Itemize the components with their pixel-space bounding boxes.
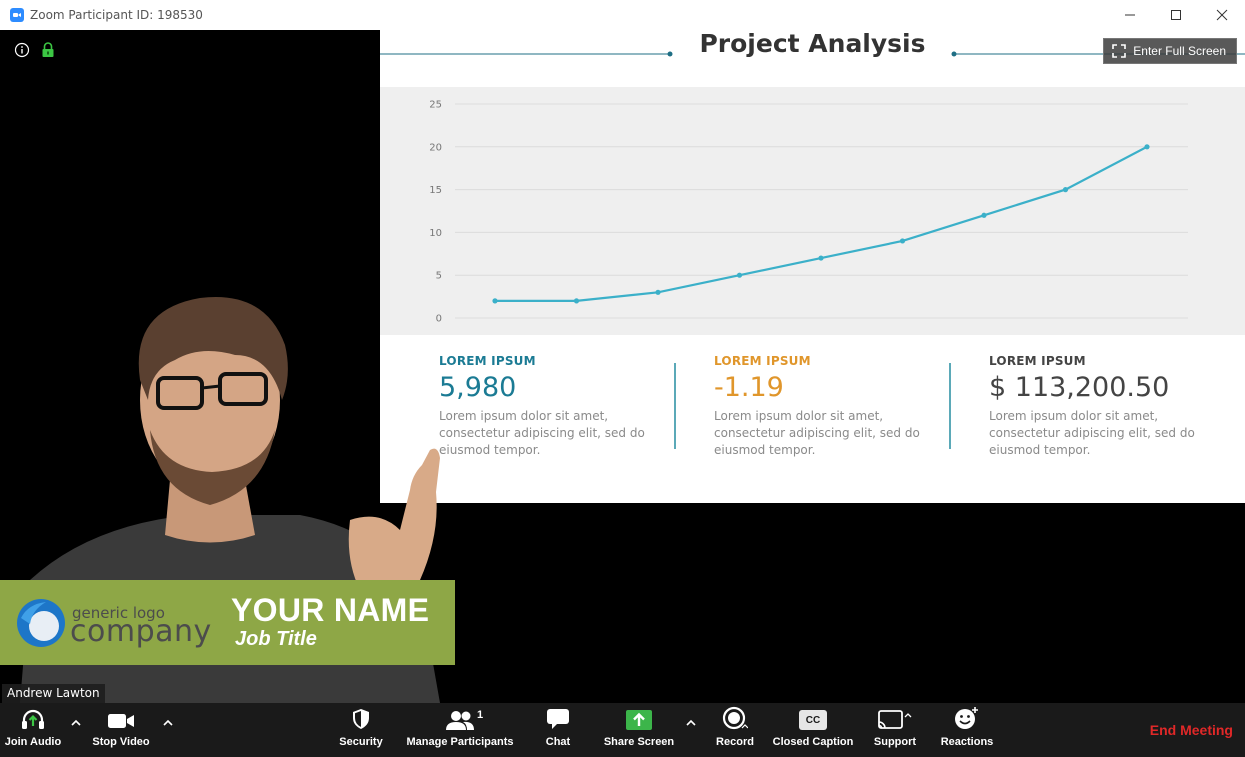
chat-bubble-icon: [547, 709, 569, 729]
meeting-toolbar: Join Audio Stop Video Security Manage Pa…: [0, 703, 1245, 757]
manage-participants-label: Manage Participants: [406, 736, 514, 748]
data-point: [818, 255, 824, 261]
closed-caption-icon: CC: [799, 710, 827, 730]
zoom-logo-icon: [10, 8, 24, 22]
participants-icon: [446, 711, 474, 730]
stop-video-button[interactable]: Stop Video: [90, 703, 152, 757]
speaker-job-title: Job Title: [235, 628, 317, 650]
participant-name-tag: Andrew Lawton: [2, 684, 105, 703]
meeting-info-icon[interactable]: [14, 42, 30, 58]
enter-full-screen-label: Enter Full Screen: [1133, 44, 1226, 58]
closed-caption-icon-text: CC: [805, 714, 821, 726]
end-meeting-button[interactable]: End Meeting: [1150, 722, 1233, 738]
audio-options-caret-icon[interactable]: [70, 718, 82, 728]
participant-count-badge: 1: [477, 709, 484, 721]
maximize-button[interactable]: [1153, 0, 1199, 30]
reactions-smiley-icon: [955, 707, 978, 729]
support-button[interactable]: Support: [870, 703, 920, 757]
data-point: [736, 272, 743, 278]
stat-label: LOREM IPSUM: [989, 354, 1086, 368]
stat-value: $ 113,200.50: [989, 372, 1170, 403]
record-icon: [722, 706, 748, 730]
company-logo-icon: [17, 599, 65, 647]
stat-description: Lorem ipsum dolor sit amet, consectetur …: [714, 409, 920, 457]
y-tick-label: 20: [429, 142, 442, 153]
maximize-icon: [1171, 10, 1181, 20]
manage-participants-button[interactable]: Manage Participants: [404, 703, 516, 757]
data-point: [1144, 144, 1150, 150]
record-button[interactable]: Record: [712, 703, 758, 757]
security-button[interactable]: Security: [334, 703, 388, 757]
stat-description: Lorem ipsum dolor sit amet, consectetur …: [989, 409, 1195, 457]
data-point: [655, 289, 661, 295]
join-audio-button[interactable]: Join Audio: [4, 703, 62, 757]
logo-company-text: company: [70, 614, 212, 649]
record-label: Record: [716, 736, 754, 748]
window-controls: [1107, 0, 1245, 30]
stat-card-3: LOREM IPSUM $ 113,200.50 Lorem ipsum dol…: [989, 354, 1229, 459]
close-icon: [1216, 9, 1228, 21]
zoom-meeting-window: Zoom Participant ID: 198530 Project Anal…: [0, 0, 1245, 757]
chat-button[interactable]: Chat: [536, 703, 580, 757]
data-point: [1062, 187, 1069, 193]
data-point: [899, 238, 906, 244]
video-camera-icon: [108, 714, 134, 728]
data-point: [981, 212, 987, 218]
encryption-lock-icon[interactable]: [41, 42, 55, 58]
support-label: Support: [873, 736, 917, 748]
stat-divider: [674, 363, 676, 449]
fullscreen-icon: [1112, 44, 1127, 58]
headphones-icon: [22, 709, 44, 729]
minimize-icon: [1125, 14, 1135, 16]
closed-caption-label: Closed Caption: [772, 736, 854, 748]
share-screen-label: Share Screen: [603, 736, 675, 748]
series-line: [495, 145, 1148, 302]
stat-divider: [949, 363, 951, 449]
enter-full-screen-button[interactable]: Enter Full Screen: [1103, 38, 1237, 64]
stat-label: LOREM IPSUM: [714, 354, 811, 368]
stat-value: -1.19: [714, 372, 784, 403]
window-titlebar: Zoom Participant ID: 198530: [0, 0, 1245, 30]
close-button[interactable]: [1199, 0, 1245, 30]
y-tick-label: 10: [429, 228, 442, 239]
data-point: [573, 298, 580, 304]
y-tick-label: 25: [429, 100, 442, 111]
meeting-stage: Project Analysis 0 5 10 15 20 25 LOREM IPSUM …: [0, 30, 1245, 703]
video-options-caret-icon[interactable]: [162, 718, 174, 728]
reactions-button[interactable]: Reactions: [940, 703, 994, 757]
share-options-caret-icon[interactable]: [685, 718, 697, 728]
window-title: Zoom Participant ID: 198530: [30, 8, 203, 22]
minimize-button[interactable]: [1107, 0, 1153, 30]
speaker-name-title: YOUR NAME: [231, 592, 430, 628]
reactions-label: Reactions: [940, 736, 994, 748]
security-label: Security: [339, 736, 383, 748]
shield-icon: [353, 709, 369, 729]
closed-caption-button[interactable]: CC Closed Caption: [771, 703, 855, 757]
share-screen-icon: [626, 710, 652, 730]
y-tick-label: 15: [429, 185, 442, 196]
remote-support-icon: [878, 710, 912, 729]
join-audio-label: Join Audio: [4, 736, 62, 748]
stat-card-2: LOREM IPSUM -1.19 Lorem ipsum dolor sit …: [714, 354, 954, 459]
name-lower-third: generic logo company YOUR NAME Job Title: [0, 580, 455, 665]
stop-video-label: Stop Video: [92, 736, 150, 748]
share-screen-button[interactable]: Share Screen: [602, 703, 676, 757]
chat-label: Chat: [545, 736, 571, 748]
